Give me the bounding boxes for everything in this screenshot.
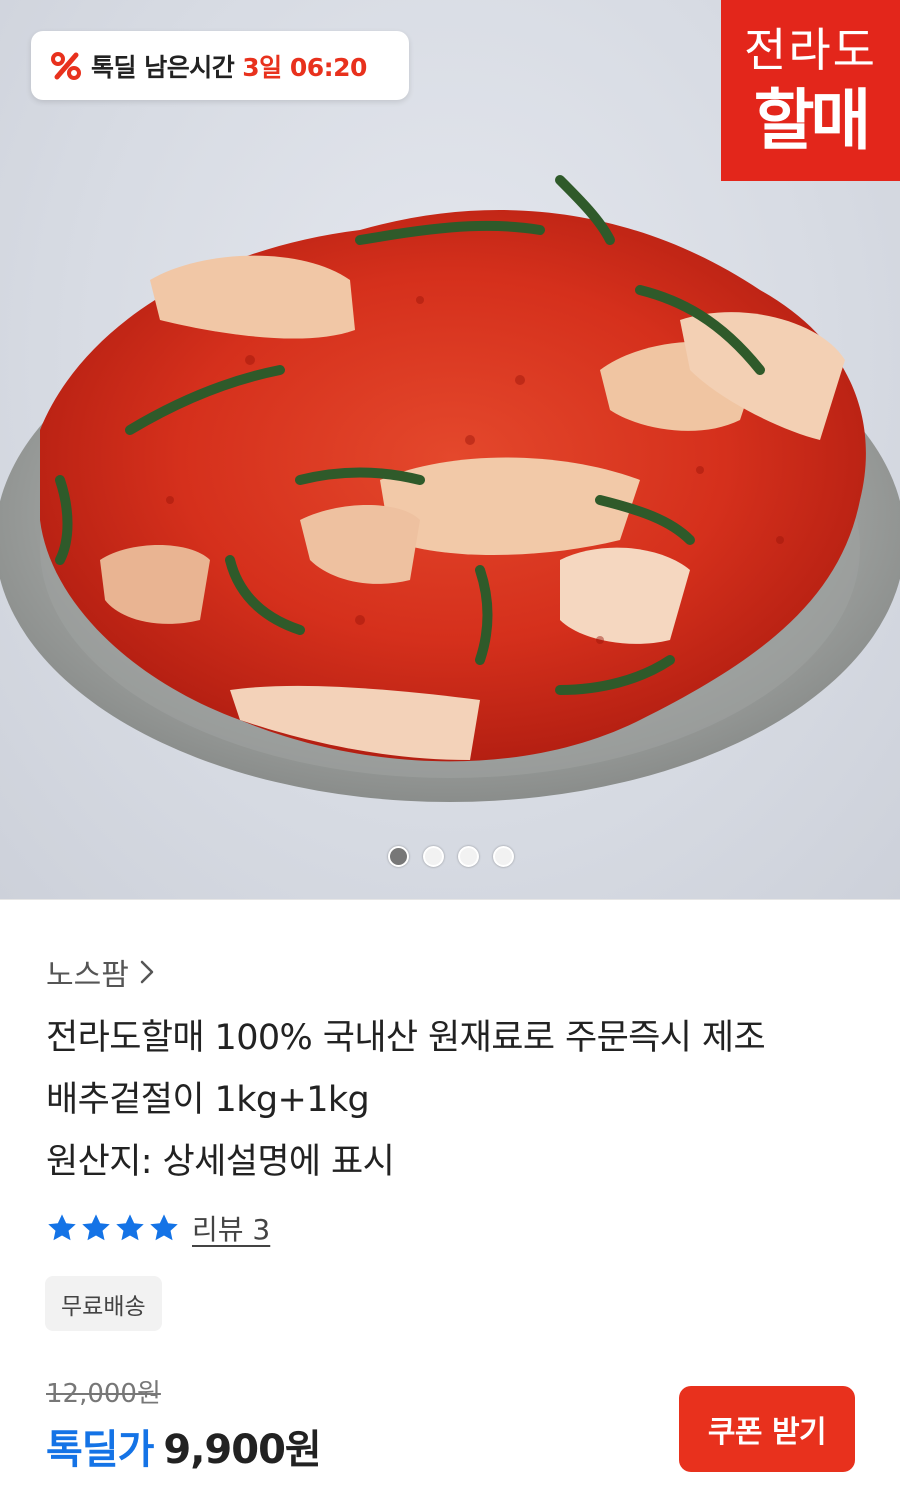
carousel-indicator bbox=[388, 846, 514, 867]
product-title-line2: 배추겉절이 1kg+1kg bbox=[46, 1080, 370, 1120]
carousel-dot-2[interactable] bbox=[423, 846, 444, 867]
seller-link[interactable]: 노스팜 bbox=[46, 950, 155, 994]
percent-icon bbox=[51, 51, 81, 80]
brand-logo-line1: 전라도 bbox=[744, 22, 877, 77]
deal-timer-label: 톡딜 남은시간 bbox=[91, 52, 235, 82]
deal-price-value: 9,900원 bbox=[163, 1427, 321, 1473]
get-coupon-button[interactable]: 쿠폰 받기 bbox=[679, 1386, 855, 1472]
product-title: 전라도할매 100% 국내산 원재료로 주문즉시 제조 배추겉절이 1kg+1k… bbox=[46, 1007, 866, 1193]
star-icon bbox=[150, 1214, 178, 1241]
brand-logo-stamp: 전라도 할매 bbox=[721, 0, 900, 181]
carousel-dot-4[interactable] bbox=[493, 846, 514, 867]
section-divider bbox=[0, 899, 900, 900]
chevron-right-icon bbox=[140, 960, 154, 984]
product-title-line1: 전라도할매 100% 국내산 원재료로 주문즉시 제조 bbox=[46, 1018, 766, 1058]
deal-price-row: 톡딜가 9,900원 bbox=[46, 1417, 322, 1475]
star-icon bbox=[48, 1214, 76, 1241]
deal-price-label: 톡딜가 bbox=[46, 1427, 154, 1473]
star-icon bbox=[116, 1214, 144, 1241]
carousel-dot-1[interactable] bbox=[388, 846, 409, 867]
product-image-carousel[interactable]: 톡딜 남은시간 3일 06:20 전라도 할매 bbox=[0, 0, 900, 900]
carousel-dot-3[interactable] bbox=[458, 846, 479, 867]
star-icon bbox=[82, 1214, 110, 1241]
brand-logo-line2: 할매 bbox=[753, 80, 871, 159]
rating-stars bbox=[46, 1212, 182, 1244]
free-shipping-badge: 무료배송 bbox=[45, 1276, 162, 1331]
seller-name: 노스팜 bbox=[46, 958, 129, 993]
product-rating: 리뷰 3 bbox=[46, 1208, 270, 1248]
deal-timer-remaining: 3일 06:20 bbox=[242, 52, 367, 82]
review-count-link[interactable]: 리뷰 3 bbox=[192, 1208, 270, 1248]
original-price: 12,000원 bbox=[46, 1379, 161, 1409]
product-origin: 원산지: 상세설명에 표시 bbox=[46, 1142, 395, 1182]
deal-timer-chip: 톡딜 남은시간 3일 06:20 bbox=[31, 31, 409, 100]
